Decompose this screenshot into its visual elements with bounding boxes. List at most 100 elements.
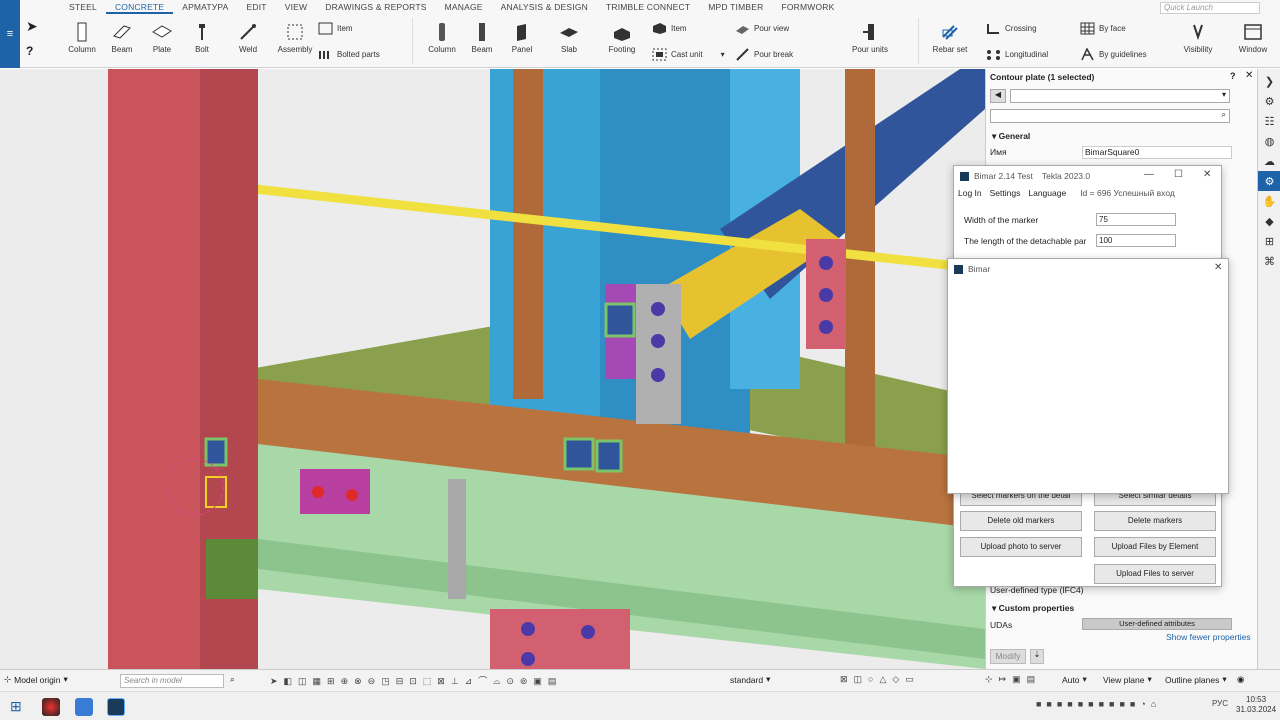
section-general[interactable]: ▾ General (992, 131, 1030, 142)
connections-icon[interactable]: ⚙ (1258, 91, 1280, 111)
delete-markers-button[interactable]: Delete markers (1094, 511, 1216, 531)
back-button[interactable]: ◀ (990, 89, 1006, 103)
cloud-icon[interactable]: ☁ (1258, 151, 1280, 171)
minimize-icon[interactable]: — (1144, 169, 1154, 180)
file-menu-button[interactable]: ≡ (0, 0, 20, 68)
panel-icon (517, 24, 526, 41)
upload-files-by-element-button[interactable]: Upload Files by Element (1094, 537, 1216, 557)
tab-concrete[interactable]: CONCRETE (105, 0, 174, 14)
slab-button[interactable]: Slab (549, 22, 589, 54)
name-field[interactable]: BimarSquare0 (1082, 146, 1232, 159)
steel-item-button[interactable]: Item (318, 22, 353, 35)
visibility-button[interactable]: Visibility (1178, 22, 1218, 54)
tab-steel[interactable]: STEEL (60, 0, 106, 14)
section-custom-properties[interactable]: ▾ Custom properties (992, 603, 1074, 614)
pour-units-button[interactable]: Pour units (848, 22, 892, 54)
tab-trimble-connect[interactable]: TRIMBLE CONNECT (597, 0, 699, 14)
snap-switches[interactable]: ⊹↦▣▤ (985, 674, 1055, 688)
concrete-item-button[interactable]: Item (652, 22, 687, 35)
tab-edit[interactable]: EDIT (238, 0, 276, 14)
concrete-beam-button[interactable]: Beam (462, 22, 502, 54)
delete-old-markers-button[interactable]: Delete old markers (960, 511, 1082, 531)
upload-files-to-server-button[interactable]: Upload Files to server (1094, 564, 1216, 584)
selection-switches[interactable]: ⊠◫○△◇▭ (840, 674, 980, 688)
by-face-icon (1080, 22, 1095, 35)
udas-button[interactable]: User-defined attributes (1082, 618, 1232, 630)
modify-button[interactable]: Modify (990, 649, 1026, 664)
snap-toolbar[interactable]: ➤◧◫▦⊞⊕⊗⊖◳⊟⊡⬚⊠⊥⊿⌒⌓⊙⊚▣▤ (270, 674, 720, 688)
menu-settings[interactable]: Settings (990, 188, 1021, 198)
tab-armatura[interactable]: АРМАТУРА (173, 0, 237, 14)
model-viewport[interactable] (0, 69, 985, 669)
window-icon (1244, 24, 1262, 40)
keyboard-language[interactable]: РУС (1212, 699, 1228, 708)
hand-icon[interactable]: ✋ (1258, 191, 1280, 211)
cast-unit-button[interactable]: Cast unit ▾ (652, 48, 725, 61)
grid-icon[interactable]: ⊞ (1258, 231, 1280, 251)
menu-language[interactable]: Language (1028, 188, 1066, 198)
by-face-button[interactable]: By face (1080, 22, 1126, 35)
steel-column-button[interactable]: Column (62, 22, 102, 54)
tab-manage[interactable]: MANAGE (436, 0, 492, 14)
pick-icon[interactable]: ⇣ (1030, 649, 1044, 664)
tab-analysis-design[interactable]: ANALYSIS & DESIGN (492, 0, 597, 14)
plate-button[interactable]: Plate (142, 22, 182, 54)
catalog-icon[interactable]: ☷ (1258, 111, 1280, 131)
tab-view[interactable]: VIEW (276, 0, 317, 14)
show-fewer-link[interactable]: Show fewer properties (1166, 632, 1251, 642)
concrete-column-button[interactable]: Column (422, 22, 462, 54)
length-input[interactable]: 100 (1096, 234, 1176, 247)
close-icon[interactable]: ✕ (1245, 70, 1253, 81)
close-icon[interactable]: ✕ (1214, 262, 1222, 273)
outline-planes-select[interactable]: Outline planes ▾ (1165, 674, 1227, 685)
chevron-down-icon: ▾ (1082, 674, 1087, 684)
width-input[interactable]: 75 (1096, 213, 1176, 226)
cube-icon[interactable]: ◆ (1258, 211, 1280, 231)
system-clock[interactable]: 10:53 31.03.2024 (1236, 695, 1276, 715)
taskbar-app-icon[interactable] (42, 698, 60, 716)
tag-icon[interactable]: ⌘ (1258, 251, 1280, 271)
steel-beam-button[interactable]: Beam (102, 22, 142, 54)
view-plane-select[interactable]: View plane ▾ (1103, 674, 1152, 685)
property-search-input[interactable]: ⌕ (990, 109, 1230, 123)
pour-break-button[interactable]: Pour break (735, 48, 793, 61)
rebar-set-button[interactable]: Rebar set (928, 22, 972, 54)
close-icon[interactable]: ✕ (1203, 169, 1211, 180)
chevron-down-icon[interactable]: ▾ (721, 50, 725, 59)
panel-button[interactable]: Panel (502, 22, 542, 54)
select-arrow-icon[interactable]: ➤ (26, 18, 38, 35)
model-origin-select[interactable]: ⊹ Model origin ▾ (4, 674, 68, 685)
collapse-icon[interactable]: ❯ (1258, 71, 1280, 91)
help-icon[interactable]: ? (1230, 71, 1236, 81)
search-icon[interactable]: ⌕ (230, 674, 235, 685)
tab-drawings-reports[interactable]: DRAWINGS & REPORTS (316, 0, 435, 14)
taskbar-app-icon[interactable] (75, 698, 93, 716)
tab-mpd-timber[interactable]: MPD TIMBER (699, 0, 772, 14)
bolted-parts-button[interactable]: Bolted parts (318, 48, 380, 61)
quick-launch-input[interactable]: Quick Launch (1160, 2, 1260, 14)
tray-icons[interactable]: ■■■■■■■■■■◔⌂ (1036, 699, 1161, 709)
taskbar-tekla-icon[interactable] (107, 698, 125, 716)
pour-view-button[interactable]: Pour view (735, 22, 789, 35)
properties-gear-icon[interactable]: ⚙ (1258, 171, 1280, 191)
windows-start-icon[interactable]: ⊞ (10, 698, 22, 715)
search-model-input[interactable]: Search in model (120, 674, 224, 688)
footing-button[interactable]: Footing (602, 22, 642, 54)
by-guidelines-button[interactable]: By guidelines (1080, 48, 1147, 61)
standard-select[interactable]: standard ▾ (730, 674, 770, 685)
assembly-button[interactable]: Assembly (275, 22, 315, 54)
auto-select[interactable]: Auto ▾ (1062, 674, 1087, 685)
upload-photo-button[interactable]: Upload photo to server (960, 537, 1082, 557)
bolt-button[interactable]: Bolt (182, 22, 222, 54)
eye-icon[interactable]: ◉ (1237, 674, 1244, 685)
globe-icon[interactable]: ◍ (1258, 131, 1280, 151)
crossing-button[interactable]: Crossing (986, 22, 1037, 35)
help-query-icon[interactable]: ? (26, 44, 33, 58)
window-button[interactable]: Window (1233, 22, 1273, 54)
longitudinal-button[interactable]: Longitudinal (986, 48, 1048, 61)
type-select[interactable]: ▾ (1010, 89, 1230, 103)
menu-log-in[interactable]: Log In (958, 188, 982, 198)
weld-button[interactable]: Weld (228, 22, 268, 54)
tab-formwork[interactable]: FORMWORK (772, 0, 843, 14)
maximize-icon[interactable]: ☐ (1174, 169, 1183, 180)
